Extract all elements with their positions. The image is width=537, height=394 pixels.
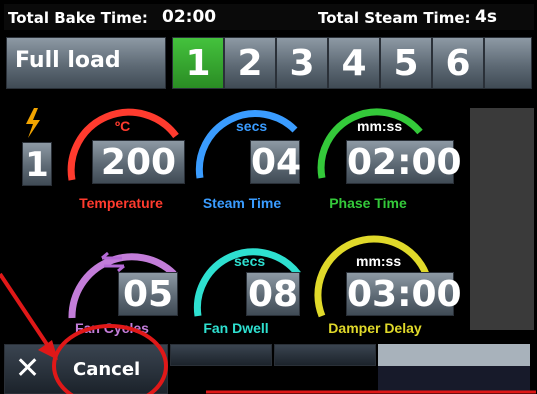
annotation-layer [0,272,536,394]
annotation-circle [52,324,168,394]
annotation-arrow-line [0,272,54,354]
